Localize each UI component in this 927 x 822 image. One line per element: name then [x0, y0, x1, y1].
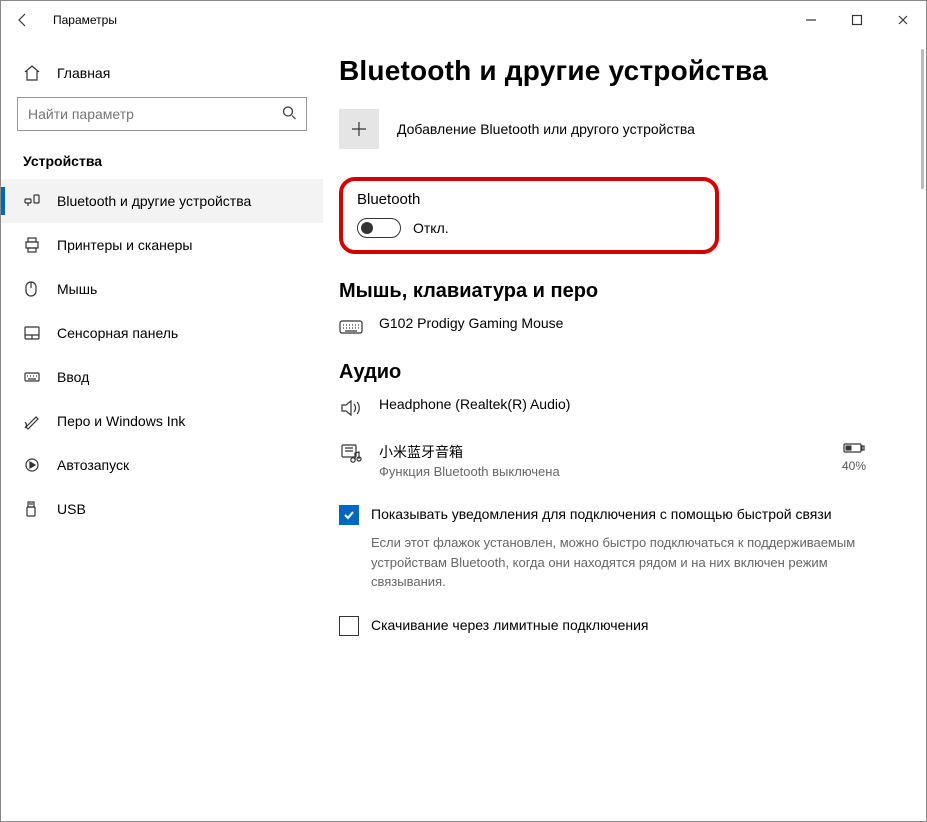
home-label: Главная [57, 65, 110, 81]
metered-label: Скачивание через лимитные подключения [371, 616, 648, 636]
add-device-label: Добавление Bluetooth или другого устройс… [397, 121, 695, 137]
device-row-headphone[interactable]: Headphone (Realtek(R) Audio) [339, 396, 886, 420]
sidebar-item-label: USB [57, 501, 86, 517]
sidebar-item-label: Мышь [57, 281, 97, 297]
minimize-button[interactable] [788, 5, 834, 35]
device-name: 小米蓝牙音箱 [379, 442, 560, 462]
speaker-icon [339, 396, 363, 420]
bluetooth-heading: Bluetooth [357, 191, 701, 208]
window-controls [788, 5, 926, 35]
plus-icon [350, 120, 368, 138]
search-icon [281, 105, 297, 124]
keyboard-device-icon [339, 315, 363, 339]
group-mouse-keyboard: Мышь, клавиатура и перо [339, 280, 886, 303]
pen-icon [23, 412, 51, 430]
sidebar-item-label: Перо и Windows Ink [57, 413, 185, 429]
notify-description: Если этот флажок установлен, можно быстр… [371, 533, 886, 592]
sidebar: Главная Устройства Bluetooth и другие ус… [1, 39, 323, 821]
maximize-button[interactable] [834, 5, 880, 35]
sidebar-nav: Bluetooth и другие устройства Принтеры и… [1, 179, 323, 531]
home-nav[interactable]: Главная [1, 53, 323, 93]
battery-percent: 40% [842, 459, 866, 473]
bluetooth-toggle-highlight: Bluetooth Откл. [339, 177, 719, 254]
device-row-speaker[interactable]: 小米蓝牙音箱 Функция Bluetooth выключена 40% [339, 442, 886, 479]
battery-icon [843, 442, 865, 457]
sidebar-item-label: Сенсорная панель [57, 325, 178, 341]
sidebar-item-typing[interactable]: Ввод [1, 355, 323, 399]
notify-checkbox[interactable] [339, 505, 359, 525]
device-battery: 40% [842, 442, 866, 473]
mouse-icon [23, 280, 51, 298]
bluetooth-toggle[interactable] [357, 218, 401, 238]
sidebar-item-label: Bluetooth и другие устройства [57, 193, 251, 209]
sidebar-item-autoplay[interactable]: Автозапуск [1, 443, 323, 487]
titlebar: Параметры [1, 1, 926, 39]
add-device-row[interactable]: Добавление Bluetooth или другого устройс… [339, 109, 886, 149]
notify-checkbox-row[interactable]: Показывать уведомления для подключения с… [339, 505, 886, 525]
printer-icon [23, 236, 51, 254]
device-row-mouse[interactable]: G102 Prodigy Gaming Mouse [339, 315, 886, 339]
add-device-button[interactable] [339, 109, 379, 149]
check-icon [342, 508, 356, 522]
keyboard-icon [23, 368, 51, 386]
autoplay-icon [23, 456, 51, 474]
group-audio: Аудио [339, 361, 886, 384]
search-input[interactable] [17, 97, 307, 131]
scrollbar-thumb[interactable] [921, 49, 924, 189]
sidebar-item-pen[interactable]: Перо и Windows Ink [1, 399, 323, 443]
home-icon [23, 64, 51, 82]
main-panel: Bluetooth и другие устройства Добавление… [323, 39, 926, 821]
search-box[interactable] [17, 97, 307, 131]
notify-label: Показывать уведомления для подключения с… [371, 505, 832, 525]
sidebar-item-label: Автозапуск [57, 457, 129, 473]
metered-checkbox-row[interactable]: Скачивание через лимитные подключения [339, 616, 886, 636]
music-device-icon [339, 442, 363, 466]
sidebar-item-touchpad[interactable]: Сенсорная панель [1, 311, 323, 355]
sidebar-item-bluetooth[interactable]: Bluetooth и другие устройства [1, 179, 323, 223]
sidebar-section-title: Устройства [1, 131, 323, 179]
touchpad-icon [23, 324, 51, 342]
sidebar-item-label: Принтеры и сканеры [57, 237, 192, 253]
device-name: Headphone (Realtek(R) Audio) [379, 396, 570, 412]
device-sub: Функция Bluetooth выключена [379, 464, 560, 479]
page-title: Bluetooth и другие устройства [339, 55, 886, 87]
bluetooth-state: Откл. [413, 220, 449, 236]
close-button[interactable] [880, 5, 926, 35]
device-name: G102 Prodigy Gaming Mouse [379, 315, 563, 331]
back-button[interactable] [11, 8, 35, 32]
usb-icon [23, 500, 51, 518]
settings-window: Параметры Главная [0, 0, 927, 822]
bluetooth-devices-icon [23, 192, 51, 210]
metered-checkbox[interactable] [339, 616, 359, 636]
sidebar-item-label: Ввод [57, 369, 89, 385]
sidebar-item-usb[interactable]: USB [1, 487, 323, 531]
sidebar-item-printers[interactable]: Принтеры и сканеры [1, 223, 323, 267]
sidebar-item-mouse[interactable]: Мышь [1, 267, 323, 311]
window-title: Параметры [53, 13, 117, 27]
